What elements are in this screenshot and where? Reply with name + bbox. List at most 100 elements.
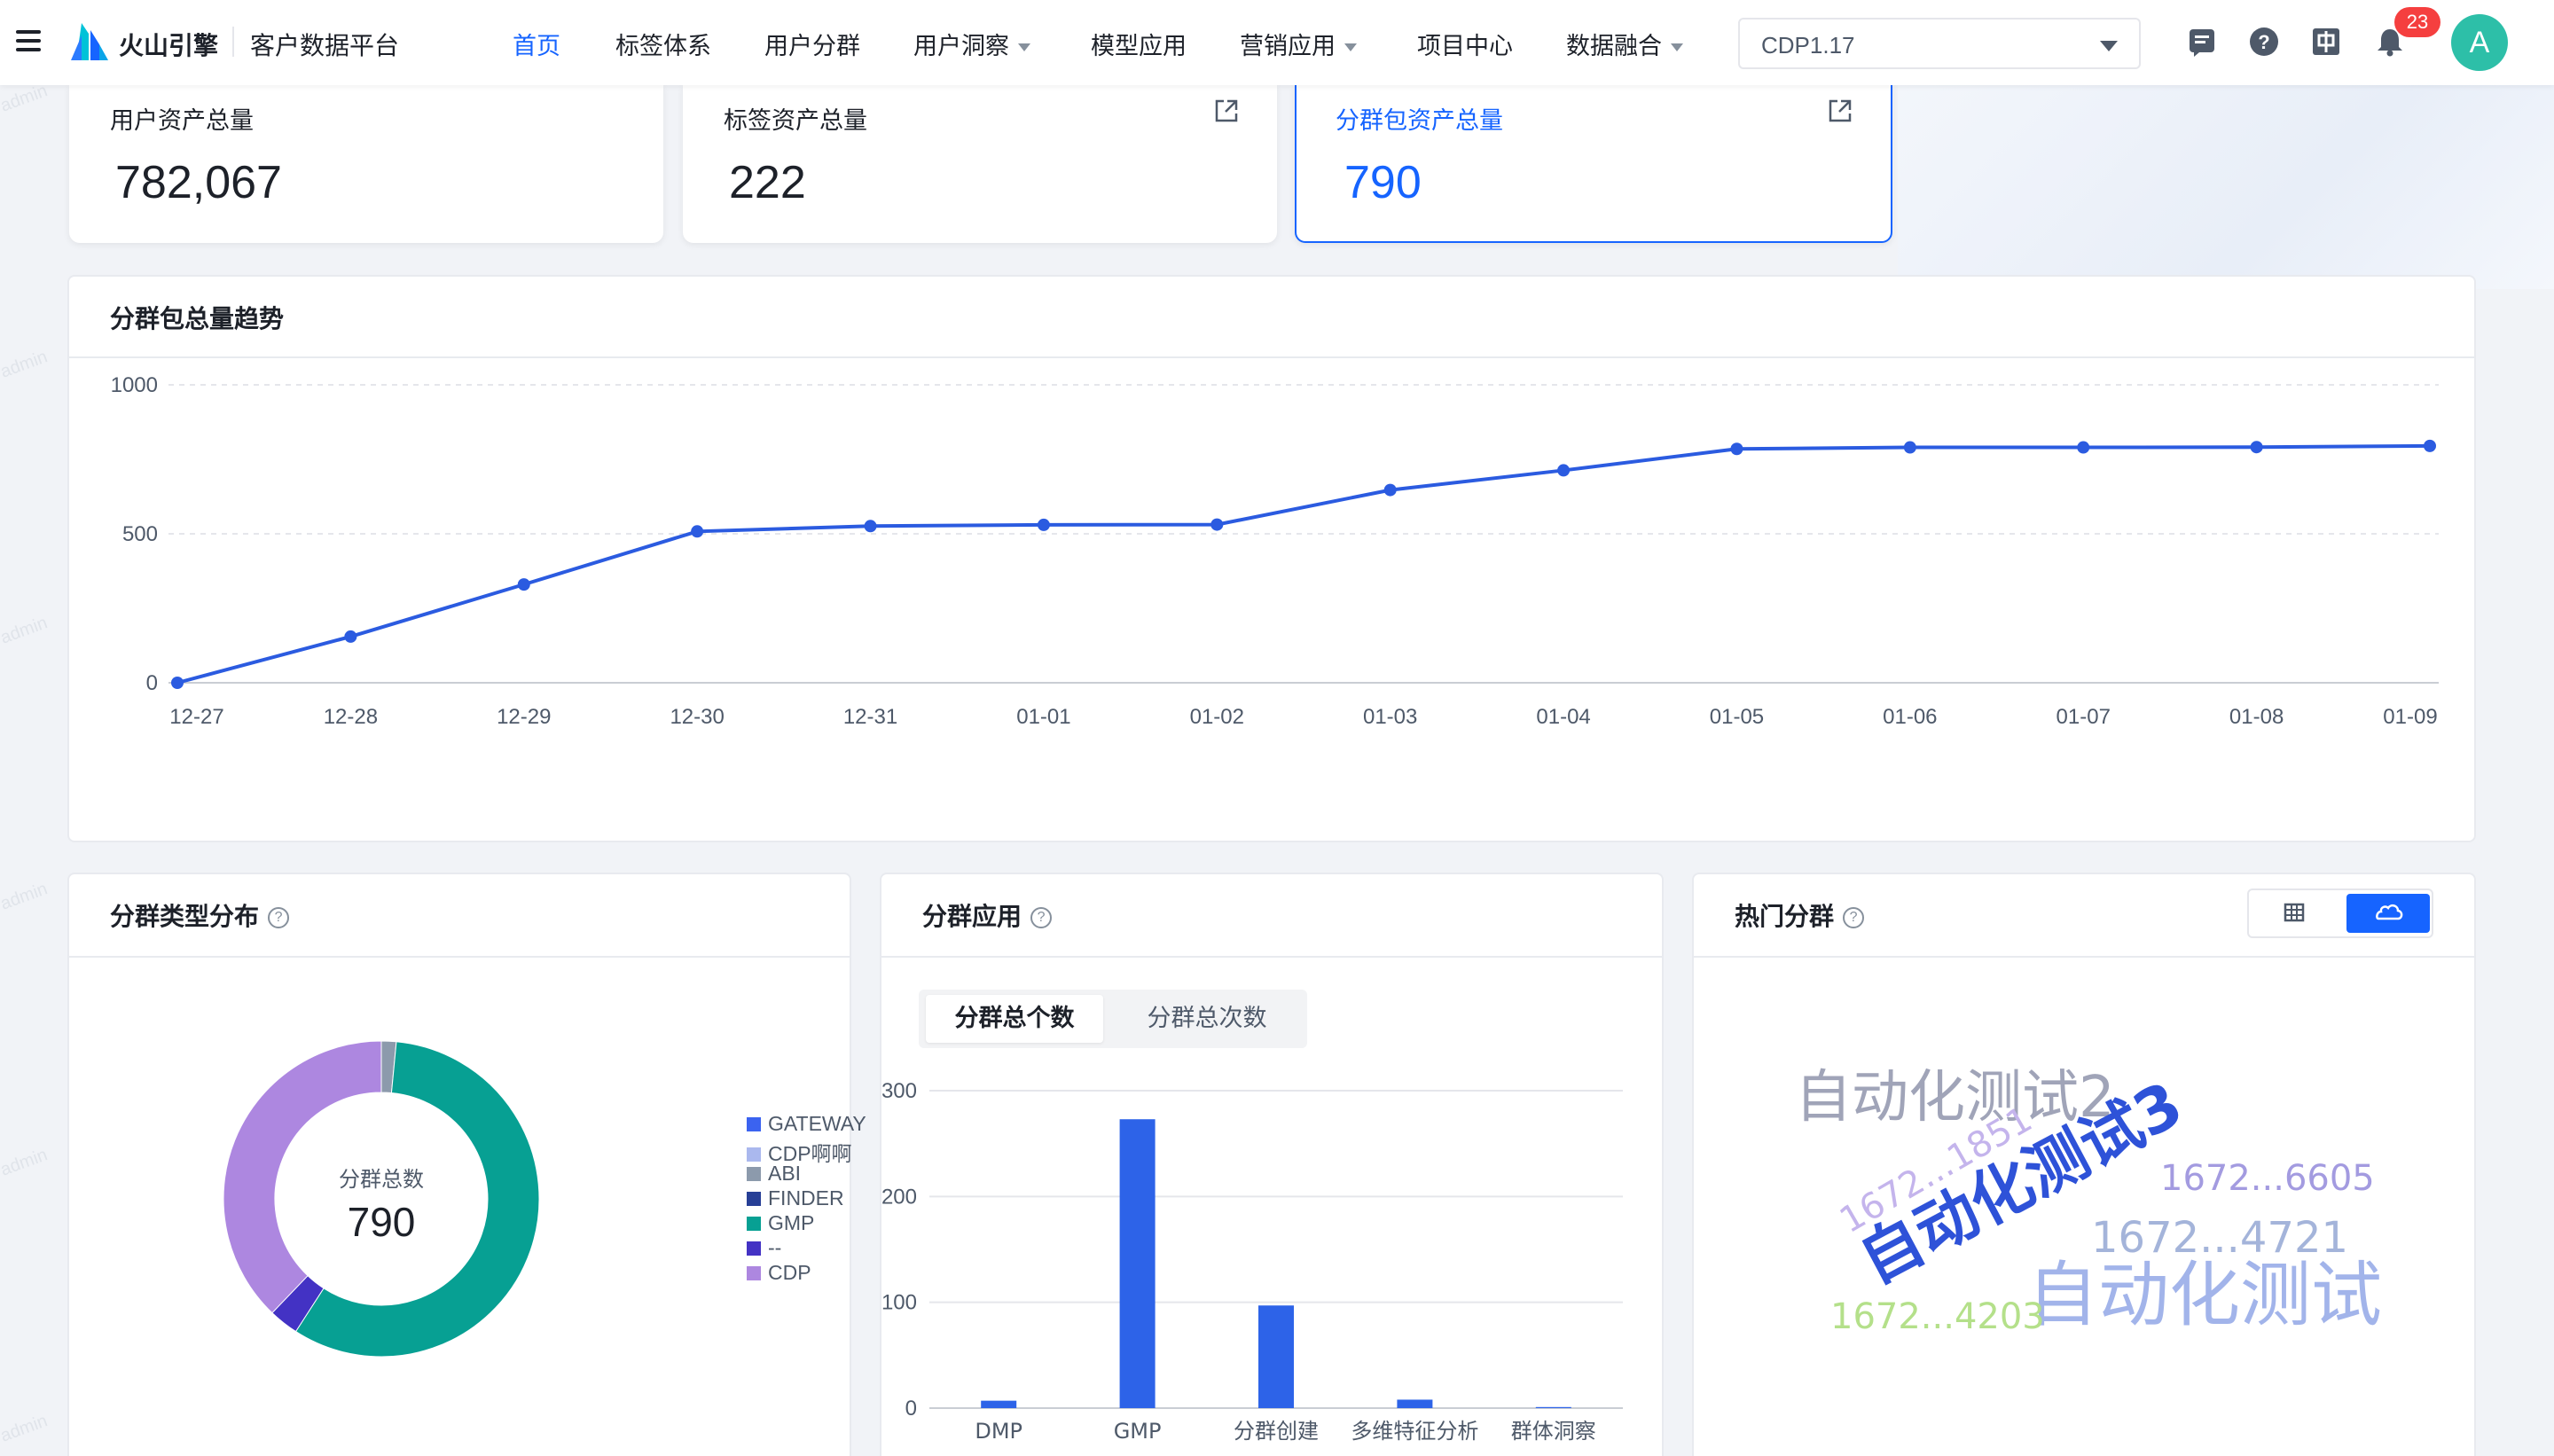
x-tick-label: 多维特征分析 [1351,1419,1478,1444]
x-tick-label: 12-27 [169,705,223,729]
project-select[interactable]: CDP1.17 [1738,18,2141,69]
bar[interactable] [1119,1119,1156,1408]
legend-item[interactable]: -- [747,1236,781,1260]
watermark-text: admin [0,1411,51,1446]
data-point[interactable] [1903,441,1916,454]
nav-item-label: 数据融合 [1566,33,1662,60]
cloud-word[interactable]: 自动化测试 [2027,1238,2382,1341]
menu-icon[interactable] [16,30,41,51]
data-point[interactable] [344,630,357,643]
data-point[interactable] [864,520,877,533]
language-icon[interactable] [2311,27,2341,57]
nav-item[interactable]: 标签体系 [615,27,711,61]
legend-item[interactable]: GMP [747,1211,814,1235]
nav-item[interactable]: 营销应用 [1240,27,1357,61]
stat-label: 标签资产总量 [724,107,867,135]
x-tick-label: 01-01 [1016,705,1070,729]
project-select-value: CDP1.17 [1761,32,1855,59]
nav-item[interactable]: 项目中心 [1417,27,1513,61]
donut-center-label: 分群总数 [339,1167,424,1192]
nav-item[interactable]: 用户分群 [764,27,860,61]
data-point[interactable] [171,677,184,689]
nav-item-label: 标签体系 [615,33,711,60]
bar[interactable] [1535,1406,1571,1408]
data-point[interactable] [1210,518,1224,531]
stat-card-tags[interactable]: 标签资产总量 222 [683,85,1277,243]
legend-item[interactable]: GATEWAY [747,1112,866,1136]
nav-item[interactable]: 数据融合 [1566,27,1683,61]
data-point[interactable] [1037,518,1050,531]
tab-total-count[interactable]: 分群总个数 [926,995,1103,1043]
x-tick-label: DMP [975,1419,1022,1444]
panel-title-text: 热门分群 [1735,902,1835,931]
legend-swatch [747,1147,761,1162]
bar[interactable] [1258,1305,1294,1408]
legend-swatch [747,1192,761,1206]
data-point[interactable] [1557,464,1571,477]
stat-label: 分群包资产总量 [1336,107,1503,135]
nav-item[interactable]: 模型应用 [1091,27,1187,61]
watermark-text: admin [0,81,51,116]
stat-value: 222 [729,157,806,208]
y-tick-label: 100 [881,1291,917,1315]
donut-center-value: 790 [348,1199,416,1245]
stat-card-users[interactable]: 用户资产总量 782,067 [69,85,663,243]
view-toggle [2247,888,2433,938]
data-point[interactable] [517,578,530,591]
volcano-logo [71,23,108,60]
x-tick-label: 01-07 [2057,705,2111,729]
x-tick-label: 01-04 [1536,705,1590,729]
cloud-word[interactable]: 1672...6605 [2160,1158,2375,1199]
app-tab-switch: 分群总个数 分群总次数 [919,990,1307,1048]
y-tick-label: 0 [905,1397,917,1421]
x-tick-label: 01-06 [1883,705,1937,729]
legend-label: GATEWAY [768,1112,866,1135]
legend-swatch [747,1117,761,1131]
trend-panel: 分群包总量趋势 0 500 1000 12-27 12-28 12-29 12-30 12-3… [67,275,2476,842]
tab-total-times[interactable]: 分群总次数 [1114,995,1300,1043]
x-tick-label: 12-30 [670,705,724,729]
stat-value: 782,067 [115,157,282,208]
legend-item[interactable]: FINDER [747,1186,844,1210]
help-icon[interactable]: ? [1843,907,1865,928]
cloud-word[interactable]: 1672...4203 [1830,1296,2045,1337]
avatar[interactable]: A [2451,14,2508,71]
panel-divider [1694,956,2474,958]
data-point[interactable] [691,525,704,538]
notification-badge: 23 [2394,7,2440,37]
legend-item[interactable]: CDP [747,1261,811,1285]
message-icon[interactable] [2187,27,2217,57]
type-dist-panel: 分群类型分布? 分群总数 790 GATEWAY CDP啊啊 ABI FINDER GMP… [67,873,866,1456]
legend-label: -- [768,1236,782,1259]
decorative-background [1898,85,2554,289]
external-link-icon[interactable] [1827,98,1853,124]
data-point[interactable] [2424,439,2436,452]
caret-down-icon [1344,43,1357,51]
x-tick-label: 分群创建 [1234,1419,1319,1444]
stat-card-segments[interactable]: 分群包资产总量 790 [1295,85,1892,243]
trend-line-chart: 0 500 1000 12-27 12-28 12-29 12-30 12-31 01-01 01… [111,373,2439,729]
brand-divider [232,27,234,57]
legend-swatch [747,1266,761,1280]
legend-item[interactable]: ABI [747,1162,801,1186]
legend-swatch [747,1217,761,1231]
caret-down-icon [1671,43,1683,51]
data-point[interactable] [2250,441,2263,454]
data-point[interactable] [1730,442,1743,456]
data-point[interactable] [2077,441,2090,454]
external-link-icon[interactable] [1213,98,1240,124]
view-cloud-button[interactable] [2346,894,2430,933]
nav-item[interactable]: 用户洞察 [913,27,1030,61]
y-tick-label: 200 [881,1185,917,1209]
nav-item[interactable]: 首页 [513,27,560,61]
x-tick-label: 01-05 [1710,705,1764,729]
view-table-button[interactable] [2252,894,2336,933]
data-point[interactable] [1383,483,1397,497]
bar[interactable] [981,1400,1017,1408]
y-tick-label: 0 [146,671,158,695]
bar[interactable] [1397,1399,1433,1408]
x-tick-label: 12-29 [497,705,551,729]
help-icon[interactable]: ? [2249,27,2279,57]
legend-swatch [747,1241,761,1256]
top-navbar: 火山引擎 客户数据平台 首页 标签体系 用户分群 用户洞察 模型应用 营销应用 项目中心 数据… [0,0,2554,85]
